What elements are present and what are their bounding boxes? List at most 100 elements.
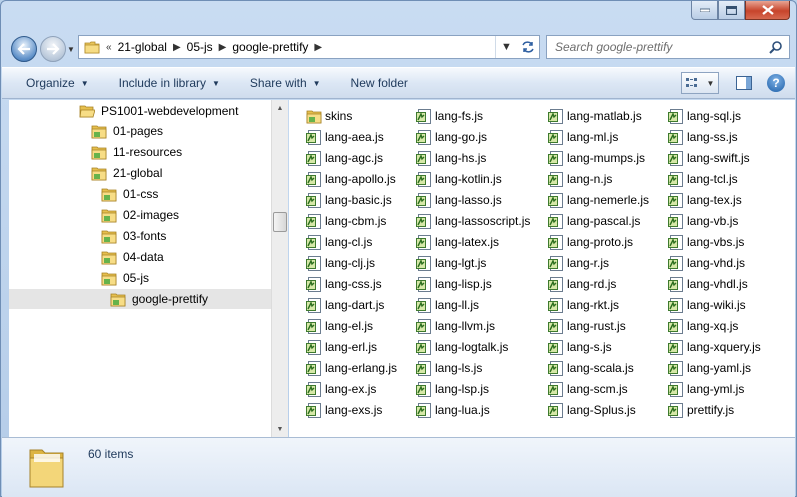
file-item[interactable]: lang-apollo.js: [306, 169, 396, 189]
minimize-button[interactable]: [691, 1, 718, 20]
crumb-05-js[interactable]: 05-js: [187, 40, 213, 54]
preview-pane-button[interactable]: [733, 72, 755, 94]
file-item[interactable]: lang-lisp.js: [416, 274, 492, 294]
tree-item-04-data[interactable]: 04-data: [101, 247, 164, 267]
back-button[interactable]: [11, 36, 37, 62]
tree-item-05-js[interactable]: 05-js: [101, 268, 149, 288]
tree-item-01-pages[interactable]: 01-pages: [91, 121, 163, 141]
file-item[interactable]: lang-proto.js: [548, 232, 633, 252]
file-item[interactable]: lang-tcl.js: [668, 169, 738, 189]
file-item[interactable]: lang-scala.js: [548, 358, 634, 378]
file-item[interactable]: lang-lua.js: [416, 400, 490, 420]
file-item[interactable]: lang-yaml.js: [668, 358, 751, 378]
file-item[interactable]: lang-vb.js: [668, 211, 738, 231]
crumb-overflow[interactable]: «: [106, 42, 112, 53]
address-bar[interactable]: « 21-global ▶ 05-js ▶ google-prettify ▶ …: [78, 35, 540, 59]
file-item[interactable]: lang-nemerle.js: [548, 190, 649, 210]
chevron-right-icon[interactable]: ▶: [173, 42, 181, 53]
file-item[interactable]: lang-mumps.js: [548, 148, 645, 168]
file-item[interactable]: lang-s.js: [548, 337, 612, 357]
crumb-google-prettify[interactable]: google-prettify: [232, 40, 308, 54]
file-item[interactable]: lang-logtalk.js: [416, 337, 508, 357]
file-item[interactable]: lang-lassoscript.js: [416, 211, 530, 231]
file-item[interactable]: lang-r.js: [548, 253, 609, 273]
file-item[interactable]: lang-cl.js: [306, 232, 372, 252]
search-input[interactable]: Search google-prettify: [546, 35, 790, 59]
file-item[interactable]: lang-rd.js: [548, 274, 616, 294]
file-item[interactable]: lang-aea.js: [306, 127, 384, 147]
file-item[interactable]: lang-latex.js: [416, 232, 499, 252]
file-item[interactable]: lang-xquery.js: [668, 337, 761, 357]
file-item[interactable]: prettify.js: [668, 400, 734, 420]
change-view-button[interactable]: ▼: [681, 72, 719, 94]
chevron-right-icon[interactable]: ▶: [314, 42, 322, 53]
file-item[interactable]: lang-el.js: [306, 316, 373, 336]
file-item[interactable]: lang-ls.js: [416, 358, 482, 378]
file-item[interactable]: lang-vhd.js: [668, 253, 745, 273]
file-item[interactable]: lang-wiki.js: [668, 295, 746, 315]
file-item[interactable]: lang-fs.js: [416, 106, 483, 126]
file-item[interactable]: lang-scm.js: [548, 379, 628, 399]
tree-item-02-images[interactable]: 02-images: [101, 205, 179, 225]
file-item[interactable]: lang-lasso.js: [416, 190, 502, 210]
file-item[interactable]: lang-ll.js: [416, 295, 479, 315]
file-item[interactable]: lang-ss.js: [668, 127, 738, 147]
chevron-right-icon[interactable]: ▶: [219, 42, 227, 53]
maximize-button[interactable]: [718, 1, 745, 20]
file-item[interactable]: lang-clj.js: [306, 253, 375, 273]
tree-item-google-prettify[interactable]: google-prettify: [9, 289, 271, 309]
file-item[interactable]: lang-vbs.js: [668, 232, 744, 252]
scroll-thumb[interactable]: [273, 212, 287, 232]
recent-pages-dropdown[interactable]: ▼: [67, 45, 75, 54]
help-button[interactable]: ?: [767, 74, 785, 92]
file-item[interactable]: lang-pascal.js: [548, 211, 640, 231]
file-item[interactable]: lang-go.js: [416, 127, 487, 147]
crumb-21-global[interactable]: 21-global: [118, 40, 167, 54]
file-item[interactable]: lang-basic.js: [306, 190, 392, 210]
file-item[interactable]: lang-n.js: [548, 169, 612, 189]
tree-item-01-css[interactable]: 01-css: [101, 184, 158, 204]
navigation-scrollbar[interactable]: ▲ ▼: [271, 100, 288, 437]
file-item[interactable]: lang-ex.js: [306, 379, 376, 399]
file-item[interactable]: lang-sql.js: [668, 106, 741, 126]
file-item[interactable]: lang-cbm.js: [306, 211, 386, 231]
file-item[interactable]: lang-swift.js: [668, 148, 750, 168]
tree-item-21-global[interactable]: 21-global: [91, 163, 162, 183]
file-item[interactable]: lang-rkt.js: [548, 295, 619, 315]
refresh-button[interactable]: [517, 36, 539, 58]
file-item[interactable]: lang-ml.js: [548, 127, 618, 147]
file-item[interactable]: lang-tex.js: [668, 190, 742, 210]
file-item[interactable]: lang-agc.js: [306, 148, 383, 168]
file-item[interactable]: lang-css.js: [306, 274, 382, 294]
scroll-up-icon[interactable]: ▲: [272, 100, 288, 116]
file-item[interactable]: lang-erlang.js: [306, 358, 397, 378]
file-item[interactable]: lang-llvm.js: [416, 316, 495, 336]
new-folder-button[interactable]: New folder: [339, 76, 420, 90]
address-history-dropdown[interactable]: ▼: [495, 36, 517, 58]
file-item[interactable]: lang-lsp.js: [416, 379, 489, 399]
forward-button[interactable]: [40, 36, 66, 62]
file-item[interactable]: lang-dart.js: [306, 295, 384, 315]
file-item[interactable]: lang-yml.js: [668, 379, 744, 399]
tree-item-ps1001[interactable]: PS1001-webdevelopment: [79, 101, 238, 121]
file-item[interactable]: lang-lgt.js: [416, 253, 486, 273]
close-button[interactable]: [745, 1, 790, 20]
share-with-menu[interactable]: Share with ▼: [238, 76, 333, 90]
file-item[interactable]: lang-xq.js: [668, 316, 738, 336]
chevron-down-icon[interactable]: ▼: [707, 79, 715, 88]
file-item[interactable]: lang-Splus.js: [548, 400, 636, 420]
file-item[interactable]: lang-erl.js: [306, 337, 377, 357]
file-item[interactable]: lang-kotlin.js: [416, 169, 502, 189]
file-item[interactable]: lang-exs.js: [306, 400, 382, 420]
tree-item-03-fonts[interactable]: 03-fonts: [101, 226, 166, 246]
scroll-down-icon[interactable]: ▼: [272, 421, 288, 437]
file-item[interactable]: lang-vhdl.js: [668, 274, 748, 294]
file-item[interactable]: lang-rust.js: [548, 316, 626, 336]
file-item[interactable]: lang-matlab.js: [548, 106, 642, 126]
file-item[interactable]: skins: [306, 106, 352, 126]
include-in-library-menu[interactable]: Include in library ▼: [107, 76, 232, 90]
file-item[interactable]: lang-hs.js: [416, 148, 486, 168]
tree-item-11-resources[interactable]: 11-resources: [91, 142, 182, 162]
search-icon[interactable]: [769, 40, 783, 54]
organize-menu[interactable]: Organize ▼: [14, 76, 101, 90]
